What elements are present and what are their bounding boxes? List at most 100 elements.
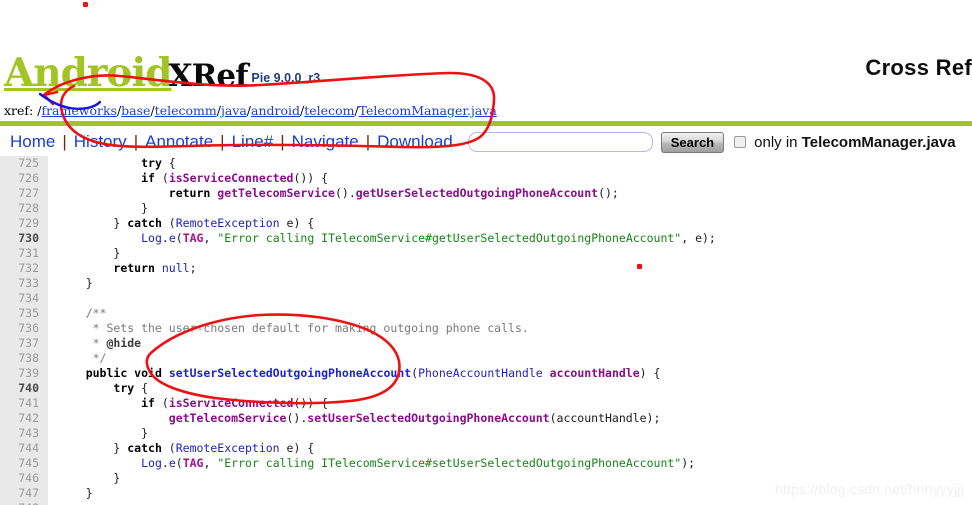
nav-link-annotate[interactable]: Annotate (138, 132, 220, 152)
code-text: } catch (RemoteException e) { (48, 441, 314, 455)
code-token: catch (127, 216, 162, 230)
code-token: @hide (106, 336, 142, 350)
code-token: } (58, 246, 121, 260)
code-text: * @hide (48, 336, 141, 350)
breadcrumb-segment[interactable]: TelecomManager.java (359, 103, 497, 118)
code-token: getTelecomService (168, 411, 287, 425)
line-number[interactable]: 743 (0, 426, 48, 441)
code-token: ); (681, 456, 696, 470)
code-token: "Error calling ITelecomService#getUserSe… (217, 231, 682, 245)
code-line: 728 } (0, 201, 972, 216)
navigation-bar: Home | History | Annotate | Line# | Navi… (0, 128, 972, 156)
code-line: 729 } catch (RemoteException e) { (0, 216, 972, 231)
breadcrumb-segment[interactable]: java (221, 103, 247, 118)
code-token: */ (58, 351, 107, 365)
breadcrumb-segment[interactable]: frameworks (41, 103, 117, 118)
code-token: } (58, 216, 128, 230)
code-text: Log.e(TAG, "Error calling ITelecomServic… (48, 456, 695, 470)
line-number[interactable]: 740 (0, 381, 48, 396)
line-number[interactable]: 748 (0, 501, 48, 505)
breadcrumb-segment[interactable]: android (251, 103, 300, 118)
code-text: return getTelecomService().getUserSelect… (48, 186, 619, 200)
code-token: (accountHandle); (549, 411, 661, 425)
breadcrumb-segments: /frameworks/base/telecomm/java/android/t… (37, 103, 497, 118)
breadcrumb-segment[interactable]: telecom (304, 103, 354, 118)
code-token: null (161, 261, 190, 275)
code-text: public void setUserSelectedOutgoingPhone… (48, 366, 661, 380)
line-number[interactable]: 745 (0, 456, 48, 471)
code-token: ; (189, 261, 197, 275)
code-token: ( (154, 171, 169, 185)
code-line: 741 if (isServiceConnected()) { (0, 396, 972, 411)
site-logo[interactable]: AndroidXRef Pie 9.0.0_r3 (4, 50, 320, 96)
code-line: 742 getTelecomService().setUserSelectedO… (0, 411, 972, 426)
search-button[interactable]: Search (660, 131, 725, 153)
line-number[interactable]: 742 (0, 411, 48, 426)
code-line: 725 try { (0, 156, 972, 171)
line-number[interactable]: 737 (0, 336, 48, 351)
code-token: ()) { (293, 396, 329, 410)
line-number[interactable]: 744 (0, 441, 48, 456)
search-input[interactable] (467, 132, 653, 152)
nav-link-history[interactable]: History (67, 132, 134, 152)
line-number[interactable]: 741 (0, 396, 48, 411)
line-number[interactable]: 727 (0, 186, 48, 201)
source-code-viewer[interactable]: 725 try {726 if (isServiceConnected()) {… (0, 156, 972, 505)
code-token: ( (161, 441, 176, 455)
code-text: if (isServiceConnected()) { (48, 171, 328, 185)
line-number[interactable]: 746 (0, 471, 48, 486)
code-token: { (134, 381, 149, 395)
code-token: try (113, 381, 135, 395)
code-text: } (48, 276, 93, 290)
code-token: getTelecomService (217, 186, 335, 200)
code-token: } (58, 471, 121, 485)
code-line: 730 Log.e(TAG, "Error calling ITelecomSe… (0, 231, 972, 246)
code-line: 739 public void setUserSelectedOutgoingP… (0, 366, 972, 381)
code-text: } (48, 201, 148, 215)
line-number[interactable]: 732 (0, 261, 48, 276)
code-token: /** (58, 306, 107, 320)
nav-link-line-number[interactable]: Line# (225, 132, 281, 152)
code-line: 745 Log.e(TAG, "Error calling ITelecomSe… (0, 456, 972, 471)
line-number[interactable]: 734 (0, 291, 48, 306)
code-token: . (161, 231, 169, 245)
line-number[interactable]: 730 (0, 231, 48, 246)
code-token: . (161, 456, 169, 470)
only-in-file-checkbox[interactable] (734, 136, 747, 148)
breadcrumb-segment[interactable]: base (121, 103, 150, 118)
line-number[interactable]: 733 (0, 276, 48, 291)
code-token: } (58, 486, 93, 500)
code-token: , (203, 231, 218, 245)
code-token: * Sets the user-chosen default for makin… (58, 321, 529, 335)
line-number[interactable]: 725 (0, 156, 48, 171)
line-number[interactable]: 726 (0, 171, 48, 186)
code-token: accountHandle (549, 366, 640, 380)
breadcrumb-segment[interactable]: telecomm (155, 103, 217, 118)
nav-link-download[interactable]: Download (370, 132, 460, 152)
code-line: 740 try { (0, 381, 972, 396)
code-text: if (isServiceConnected()) { (48, 396, 328, 410)
code-token: ( (154, 396, 169, 410)
code-line: 732 return null; (0, 261, 972, 276)
line-number[interactable]: 731 (0, 246, 48, 261)
line-number[interactable]: 747 (0, 486, 48, 501)
code-text: try { (48, 156, 176, 170)
code-token: } (58, 201, 149, 215)
code-line: 744 } catch (RemoteException e) { (0, 441, 972, 456)
code-token: ) { (639, 366, 661, 380)
line-number[interactable]: 735 (0, 306, 48, 321)
line-number[interactable]: 739 (0, 366, 48, 381)
nav-link-navigate[interactable]: Navigate (285, 132, 366, 152)
line-number[interactable]: 729 (0, 216, 48, 231)
nav-link-home[interactable]: Home (10, 132, 62, 152)
code-text: } (48, 471, 120, 485)
line-number[interactable]: 736 (0, 321, 48, 336)
page-root: AndroidXRef Pie 9.0.0_r3 Cross Ref xref: … (0, 0, 972, 505)
line-number[interactable]: 738 (0, 351, 48, 366)
code-token: e) { (279, 216, 315, 230)
code-token: , (203, 456, 218, 470)
line-number[interactable]: 728 (0, 201, 48, 216)
